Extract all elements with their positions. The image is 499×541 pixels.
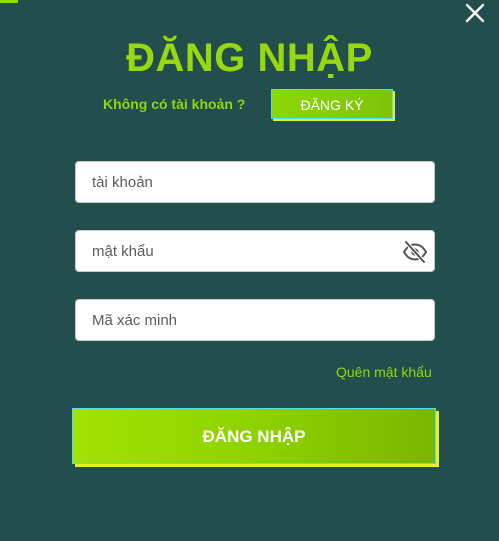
corner-accent [0,0,18,3]
captcha-input[interactable] [76,300,434,340]
password-input[interactable] [76,231,434,271]
no-account-text: Không có tài khoản ? [103,96,246,112]
dialog-title: ĐĂNG NHẬP [126,36,373,80]
close-icon [465,3,485,23]
captcha-field-wrapper [75,299,435,341]
register-button[interactable]: ĐĂNG KÝ [271,89,393,119]
username-field-wrapper [75,161,435,203]
login-submit-button[interactable]: ĐĂNG NHẬP [72,408,436,464]
close-button[interactable] [462,0,488,26]
eye-slash-icon[interactable] [402,240,428,264]
forgot-password-link[interactable]: Quên mật khẩu [336,364,432,380]
password-field-wrapper [75,230,435,272]
username-input[interactable] [76,162,434,202]
